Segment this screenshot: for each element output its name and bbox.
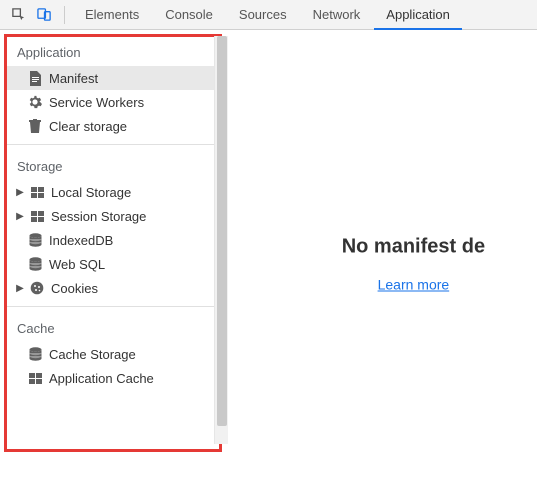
- tab-sources[interactable]: Sources: [227, 0, 299, 30]
- tab-application[interactable]: Application: [374, 0, 462, 30]
- sidebar-item-cache-storage[interactable]: Cache Storage: [7, 342, 219, 366]
- expand-arrow-icon: ▶: [15, 211, 25, 222]
- section-storage: Storage: [7, 151, 219, 180]
- separator: [64, 6, 65, 24]
- gear-icon: [27, 95, 43, 109]
- grid-icon: [29, 211, 45, 222]
- inspect-icon[interactable]: [6, 7, 30, 22]
- database-icon: [27, 257, 43, 271]
- sidebar-item-session-storage[interactable]: ▶ Session Storage: [7, 204, 219, 228]
- tab-console[interactable]: Console: [153, 0, 225, 30]
- sidebar-item-indexeddb[interactable]: IndexedDB: [7, 228, 219, 252]
- sidebar-item-service-workers[interactable]: Service Workers: [7, 90, 219, 114]
- grid-icon: [29, 187, 45, 198]
- empty-heading: No manifest de: [342, 236, 485, 259]
- device-toggle-icon[interactable]: [32, 7, 56, 22]
- sidebar-item-label: Service Workers: [49, 95, 144, 110]
- cookie-icon: [29, 281, 45, 295]
- sidebar-item-local-storage[interactable]: ▶ Local Storage: [7, 180, 219, 204]
- learn-more-link[interactable]: Learn more: [378, 277, 450, 293]
- sidebar-item-websql[interactable]: Web SQL: [7, 252, 219, 276]
- section-application: Application: [7, 37, 219, 66]
- tab-elements[interactable]: Elements: [73, 0, 151, 30]
- scroll-thumb[interactable]: [217, 36, 227, 426]
- database-icon: [27, 347, 43, 361]
- sidebar-item-label: Session Storage: [51, 209, 146, 224]
- document-icon: [27, 71, 43, 86]
- database-icon: [27, 233, 43, 247]
- empty-state: No manifest de Learn more: [342, 236, 485, 295]
- sidebar-item-manifest[interactable]: Manifest: [7, 66, 219, 90]
- sidebar-item-cookies[interactable]: ▶ Cookies: [7, 276, 219, 300]
- trash-icon: [27, 119, 43, 133]
- expand-arrow-icon: ▶: [15, 187, 25, 198]
- devtools-tab-bar: Elements Console Sources Network Applica…: [0, 0, 537, 30]
- sidebar-item-label: Application Cache: [49, 371, 154, 386]
- sidebar-item-label: Local Storage: [51, 185, 131, 200]
- divider: [7, 306, 219, 307]
- application-sidebar: Application Manifest Service Workers Cle…: [4, 34, 222, 452]
- sidebar-wrap: Application Manifest Service Workers Cle…: [0, 30, 228, 500]
- sidebar-scrollbar[interactable]: [214, 36, 228, 444]
- sidebar-item-label: Web SQL: [49, 257, 105, 272]
- content-pane: No manifest de Learn more: [228, 30, 537, 500]
- sidebar-item-clear-storage[interactable]: Clear storage: [7, 114, 219, 138]
- main-panel: Application Manifest Service Workers Cle…: [0, 30, 537, 500]
- sidebar-item-label: IndexedDB: [49, 233, 113, 248]
- sidebar-item-label: Manifest: [49, 71, 98, 86]
- expand-arrow-icon: ▶: [15, 283, 25, 294]
- sidebar-item-label: Clear storage: [49, 119, 127, 134]
- divider: [7, 144, 219, 145]
- section-cache: Cache: [7, 313, 219, 342]
- tab-network[interactable]: Network: [301, 0, 373, 30]
- sidebar-item-label: Cookies: [51, 281, 98, 296]
- grid-icon: [27, 373, 43, 384]
- sidebar-item-application-cache[interactable]: Application Cache: [7, 366, 219, 390]
- sidebar-item-label: Cache Storage: [49, 347, 136, 362]
